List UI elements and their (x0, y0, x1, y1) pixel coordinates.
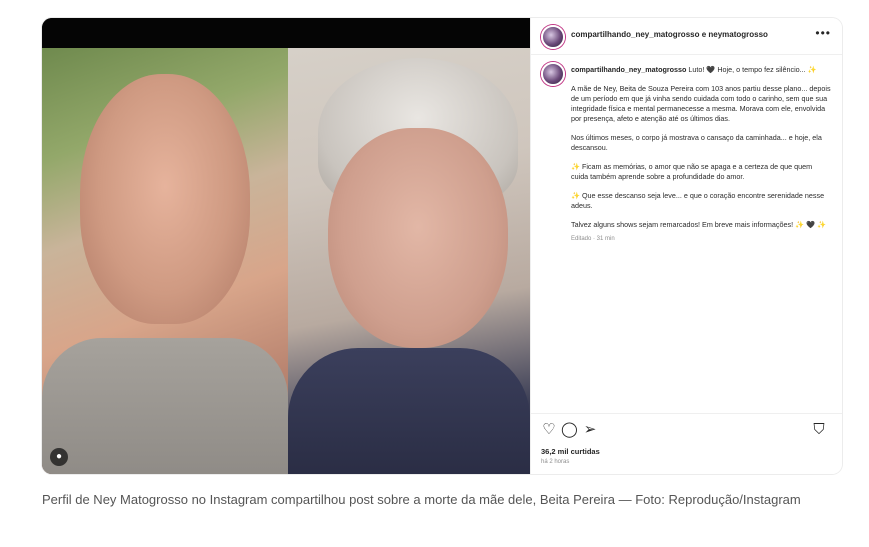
post-header: compartilhando_ney_matogrosso e neymatog… (531, 18, 842, 55)
photo-caption: Perfil de Ney Matogrosso no Instagram co… (42, 492, 801, 507)
likes-count[interactable]: 36,2 mil curtidas (541, 447, 600, 456)
edited-timestamp: Editado · 31 min (571, 236, 615, 242)
photo-beita-pereira (288, 48, 530, 474)
bookmark-icon[interactable]: ⛉ (811, 422, 827, 438)
media-top-bar (42, 18, 530, 48)
heart-icon[interactable]: ♡ (541, 422, 557, 438)
caption-avatar[interactable] (541, 62, 565, 86)
post-author-names[interactable]: compartilhando_ney_matogrosso e neymatog… (571, 30, 801, 39)
comment-icon[interactable]: ◯ (561, 422, 578, 438)
woman-coat (288, 348, 530, 474)
more-options-icon[interactable]: ••• (815, 26, 831, 40)
post-time[interactable]: há 2 horas (541, 459, 569, 465)
caption-username[interactable]: compartilhando_ney_matogrosso (571, 65, 686, 74)
man-face (80, 74, 250, 324)
caption-paragraph: ✨ Ficam as memórias, o amor que não se a… (571, 162, 813, 181)
post-actions: ♡ ◯ ➢ ⛉ 36,2 mil curtidas há 2 horas (531, 413, 842, 474)
avatar[interactable] (541, 25, 565, 49)
photo-ney-matogrosso (42, 48, 288, 474)
woman-face (328, 128, 508, 348)
caption-paragraph: ✨ Que esse descanso seja leve... e que o… (571, 191, 825, 210)
caption-paragraph: Talvez alguns shows sejam remarcados! Em… (571, 220, 826, 229)
person-tag-icon[interactable]: ● (50, 448, 68, 466)
share-icon[interactable]: ➢ (582, 422, 598, 438)
post-side-panel: compartilhando_ney_matogrosso e neymatog… (530, 18, 842, 474)
caption-paragraph: Nos últimos meses, o corpo já mostrava o… (571, 133, 822, 152)
instagram-post: ● compartilhando_ney_matogrosso e neymat… (42, 18, 842, 474)
man-shirt (42, 338, 288, 474)
caption-intro: Luto! 🖤 Hoje, o tempo fez silêncio... ✨ (686, 65, 817, 74)
caption-first-line: compartilhando_ney_matogrosso Luto! 🖤 Ho… (571, 65, 831, 75)
post-media[interactable]: ● (42, 18, 530, 474)
post-caption: compartilhando_ney_matogrosso Luto! 🖤 Ho… (571, 65, 831, 253)
caption-paragraph: A mãe de Ney, Beita de Souza Pereira com… (571, 84, 831, 123)
